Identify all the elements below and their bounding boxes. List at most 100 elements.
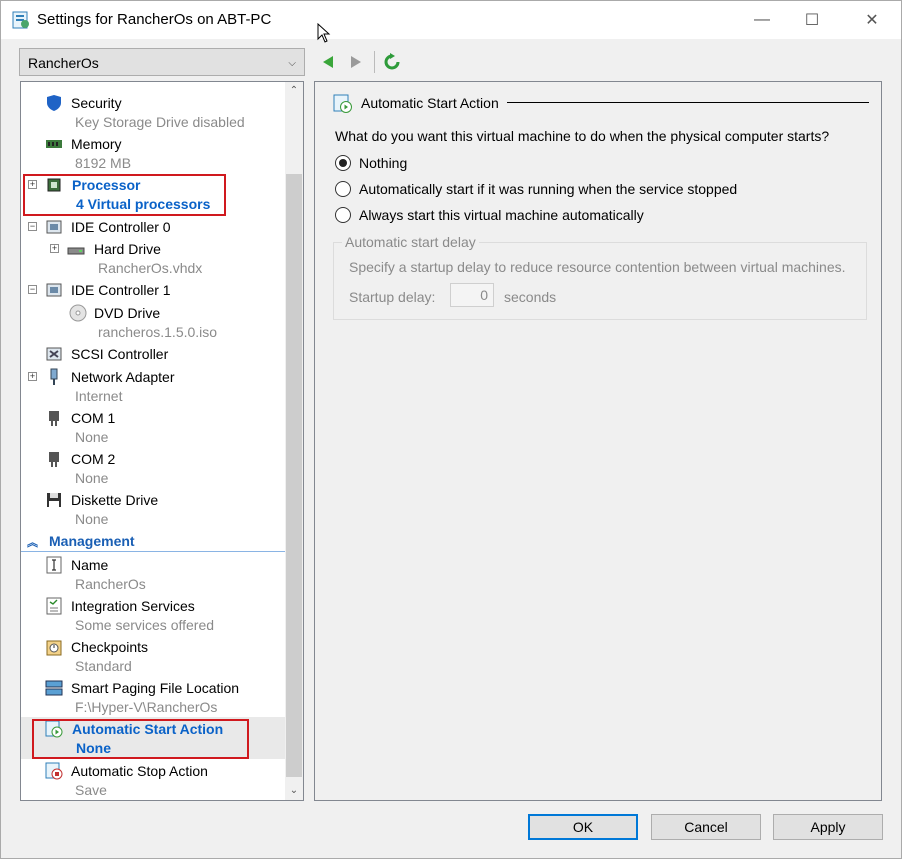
radio-label: Automatically start if it was running wh… [359, 181, 738, 197]
tree-item-detail: F:\Hyper-V\RancherOs [75, 699, 218, 715]
tree-item-com-1[interactable]: COM 1 None [21, 407, 285, 447]
scroll-up-icon[interactable]: ⌃ [285, 82, 303, 100]
ok-button[interactable]: OK [528, 814, 638, 840]
settings-detail-content: Automatic Start Action What do you want … [317, 84, 879, 798]
auto-start-icon [333, 94, 352, 113]
tree-item-label: Security [71, 95, 122, 111]
radio-button-selected[interactable] [335, 155, 351, 171]
tree-item-label: COM 2 [71, 451, 116, 467]
tree-item-label: SCSI Controller [71, 346, 169, 362]
tree-item-detail: Internet [75, 388, 123, 404]
tree-item-smart-paging-file-location[interactable]: Smart Paging File Location F:\Hyper-V\Ra… [21, 677, 285, 717]
radio-nothing[interactable]: Nothing [335, 154, 855, 174]
scroll-thumb[interactable] [286, 174, 302, 777]
tree-item-label: Checkpoints [71, 639, 149, 655]
tree-item-detail: 8192 MB [75, 155, 132, 171]
radio-label: Nothing [359, 155, 408, 171]
scsi-controller-icon [46, 347, 62, 361]
scroll-down-icon[interactable]: ⌄ [285, 782, 303, 800]
com-port-icon [49, 411, 59, 426]
tree-item-ide-controller-1[interactable]: − IDE Controller 1 [21, 279, 285, 299]
radio-always-start[interactable]: Always start this virtual machine automa… [335, 206, 855, 226]
tree-item-detail: RancherOs [75, 576, 146, 592]
section-divider [507, 102, 869, 103]
expand-toggle[interactable]: + [50, 244, 59, 253]
apply-button[interactable]: Apply [773, 814, 883, 840]
collapse-toggle[interactable]: − [28, 222, 37, 231]
network-adapter-icon [50, 368, 58, 385]
tree-item-ide-controller-0[interactable]: − IDE Controller 0 [21, 216, 285, 236]
tree-item-label: Diskette Drive [71, 492, 159, 508]
management-section-header[interactable]: ︽ Management [21, 532, 285, 552]
tree-item-label: IDE Controller 0 [71, 219, 171, 235]
vm-selector-value: RancherOs [28, 55, 99, 71]
mouse-cursor-icon [317, 23, 331, 43]
maximize-button[interactable]: ☐ [789, 1, 835, 39]
expand-toggle[interactable]: + [28, 372, 37, 381]
tree-item-memory[interactable]: Memory 8192 MB [21, 133, 285, 173]
tree-item-scsi-controller[interactable]: SCSI Controller [21, 343, 285, 363]
tree-item-name[interactable]: Name RancherOs [21, 554, 285, 594]
tree-item-diskette-drive[interactable]: Diskette Drive None [21, 489, 285, 529]
tree-item-detail: Standard [75, 658, 132, 674]
radio-button[interactable] [335, 207, 351, 223]
shield-icon [47, 95, 61, 111]
name-icon [46, 556, 62, 574]
title-bar: Settings for RancherOs on ABT-PC — ☐ ✕ [1, 1, 901, 43]
automatic-start-delay-group: Automatic start delay Specify a startup … [333, 234, 867, 320]
auto-stop-icon [45, 762, 63, 780]
checkpoints-icon [46, 640, 62, 656]
tree-item-label: Hard Drive [94, 241, 161, 257]
tree-item-dvd-drive[interactable]: DVD Drive rancheros.1.5.0.iso [21, 302, 285, 342]
tree-item-detail: None [75, 470, 109, 486]
collapse-toggle[interactable]: − [28, 285, 37, 294]
chevron-down-icon: ⌵ [288, 58, 296, 69]
delay-unit-label: seconds [504, 289, 557, 305]
tree-item-detail: None [75, 511, 109, 527]
tree-item-detail: None [75, 429, 109, 445]
section-title: Automatic Start Action [361, 95, 499, 111]
tree-item-checkpoints[interactable]: Checkpoints Standard [21, 636, 285, 676]
settings-window: Settings for RancherOs on ABT-PC — ☐ ✕ R… [0, 0, 902, 859]
back-arrow-icon [323, 56, 333, 68]
radio-auto-start-if-running[interactable]: Automatically start if it was running wh… [335, 180, 855, 200]
minimize-button[interactable]: — [739, 1, 785, 39]
collapse-section-icon: ︽ [27, 537, 38, 549]
tree-item-detail: Key Storage Drive disabled [75, 114, 245, 130]
hyper-v-settings-icon [12, 11, 29, 29]
tree-item-com-2[interactable]: COM 2 None [21, 448, 285, 488]
diskette-icon [47, 493, 61, 507]
forward-button[interactable] [345, 51, 367, 73]
back-button[interactable] [317, 51, 339, 73]
tree-item-network-adapter[interactable]: + Network Adapter Internet [21, 366, 285, 406]
settings-detail-panel: Automatic Start Action What do you want … [314, 81, 882, 801]
memory-icon [46, 140, 62, 148]
highlight-box-automatic-start-action [32, 719, 249, 759]
startup-delay-input[interactable]: 0 [450, 283, 494, 307]
start-action-question: What do you want this virtual machine to… [335, 128, 830, 144]
tree-item-integration-services[interactable]: Integration Services Some services offer… [21, 595, 285, 635]
toolbar-separator [374, 51, 375, 73]
com-port-icon [49, 452, 59, 467]
tree-scrollbar[interactable]: ⌃ ⌄ [285, 82, 303, 800]
tree-item-label: Memory [71, 136, 122, 152]
tree-item-label: Automatic Stop Action [71, 763, 208, 779]
startup-delay-label: Startup delay: [349, 289, 436, 305]
tree-item-detail: RancherOs.vhdx [98, 260, 203, 276]
tree-item-security[interactable]: Security Key Storage Drive disabled [21, 92, 285, 132]
tree-item-automatic-stop-action[interactable]: Automatic Stop Action Save [21, 760, 285, 800]
tree-item-label: DVD Drive [94, 305, 161, 321]
radio-button[interactable] [335, 181, 351, 197]
forward-arrow-icon [351, 56, 361, 68]
tree-item-label: Integration Services [71, 598, 195, 614]
tree-item-label: COM 1 [71, 410, 116, 426]
highlight-box-processor [23, 174, 226, 216]
cancel-button[interactable]: Cancel [651, 814, 761, 840]
tree-item-hard-drive[interactable]: + Hard Drive RancherOs.vhdx [21, 238, 285, 278]
tree-item-detail: rancheros.1.5.0.iso [98, 324, 218, 340]
close-button[interactable]: ✕ [849, 1, 895, 39]
vm-selector-dropdown[interactable]: RancherOs ⌵ [19, 48, 305, 76]
integration-services-icon [46, 597, 62, 615]
management-header-label: Management [49, 533, 135, 549]
refresh-button[interactable] [381, 51, 403, 73]
